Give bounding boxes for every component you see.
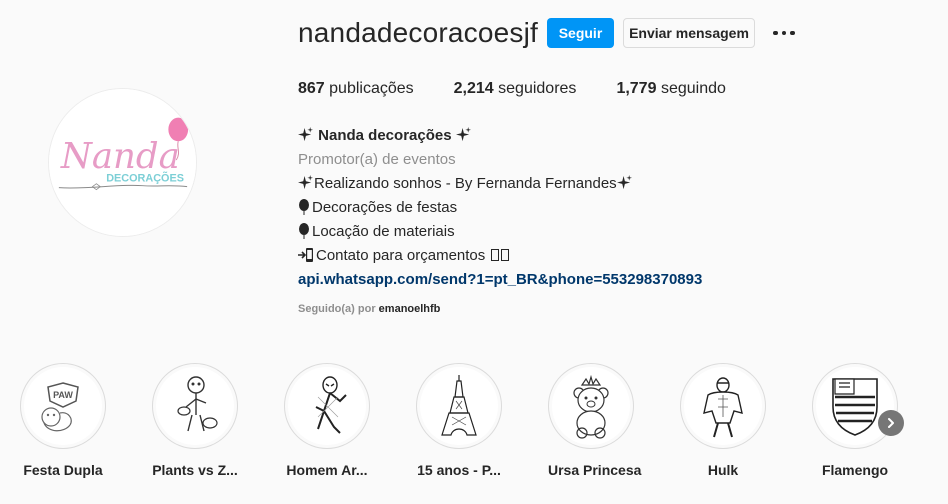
bio-line-2: Decorações de festas bbox=[298, 196, 858, 220]
highlight-item[interactable]: 15 anos - P... bbox=[416, 363, 502, 478]
paw-patrol-icon: PAW bbox=[41, 382, 79, 432]
more-options-icon[interactable] bbox=[770, 22, 798, 44]
story-highlights: PAW Festa Dupla Plants vs Z... Homem Ar.… bbox=[20, 363, 930, 483]
sparkles-icon bbox=[616, 175, 632, 190]
highlight-item[interactable]: Homem Ar... bbox=[284, 363, 370, 478]
profile-stats: 867 publicações 2,214 seguidores 1,779 s… bbox=[298, 80, 766, 98]
highlights-next-button[interactable] bbox=[878, 410, 904, 436]
avatar-sub-text: DECORAÇÕES bbox=[106, 172, 184, 185]
following-label: seguindo bbox=[660, 80, 726, 97]
spiderman-icon bbox=[315, 376, 347, 434]
eiffel-tower-icon bbox=[441, 375, 477, 436]
balloon-icon bbox=[299, 223, 309, 239]
followers-stat[interactable]: 2,214 seguidores bbox=[454, 80, 577, 98]
profile-bio: Nanda decorações Promotor(a) de eventos … bbox=[298, 124, 858, 292]
highlight-ring bbox=[548, 363, 634, 449]
bio-line-3: Locação de materiais bbox=[298, 220, 858, 244]
bio-line-4-text: Contato para orçamentos bbox=[316, 247, 486, 264]
highlight-label: Plants vs Z... bbox=[152, 462, 238, 478]
profile-username: nandadecoracoesjf bbox=[298, 17, 539, 48]
followed-by-user: emanoelhfb bbox=[378, 303, 441, 315]
send-message-button[interactable]: Enviar mensagem bbox=[623, 18, 755, 48]
posts-stat: 867 publicações bbox=[298, 80, 414, 98]
followed-by-prefix: Seguido(a) por bbox=[298, 303, 376, 315]
highlight-label: 15 anos - P... bbox=[417, 462, 501, 478]
highlight-label: Ursa Princesa bbox=[548, 462, 642, 478]
posts-count: 867 bbox=[298, 80, 325, 97]
teddy-bear-icon bbox=[573, 374, 609, 439]
missing-glyph-icon bbox=[501, 249, 510, 261]
followed-by[interactable]: Seguido(a) por emanoelhfb bbox=[298, 303, 440, 315]
highlight-ring bbox=[812, 363, 898, 449]
posts-label: publicações bbox=[329, 80, 414, 97]
followers-count: 2,214 bbox=[453, 80, 494, 97]
display-name-text: Nanda decorações bbox=[318, 127, 452, 144]
bio-line-1-text: Realizando sonhos - By Fernanda Fernande… bbox=[314, 175, 617, 192]
profile-avatar[interactable]: Nanda DECORAÇÕES bbox=[48, 88, 197, 237]
highlight-label: Hulk bbox=[707, 462, 739, 478]
bio-line-4: Contato para orçamentos bbox=[298, 244, 858, 268]
follow-button[interactable]: Seguir bbox=[547, 18, 614, 48]
highlight-ring bbox=[680, 363, 766, 449]
bio-line-1: Realizando sonhos - By Fernanda Fernande… bbox=[298, 172, 858, 196]
whatsapp-link[interactable]: api.whatsapp.com/send?1=pt_BR&phone=5532… bbox=[298, 268, 858, 292]
followers-label: seguidores bbox=[498, 80, 577, 97]
profile-category: Promotor(a) de eventos bbox=[298, 151, 456, 168]
missing-glyph-icon bbox=[491, 249, 500, 261]
bio-line-2-text: Decorações de festas bbox=[312, 199, 458, 216]
highlight-item[interactable]: Plants vs Z... bbox=[152, 363, 238, 478]
highlight-item[interactable]: Hulk bbox=[680, 363, 766, 478]
highlight-ring bbox=[152, 363, 238, 449]
profile-display-name: Nanda decorações bbox=[298, 124, 858, 148]
sparkles-icon bbox=[455, 127, 471, 142]
highlight-label: Festa Dupla bbox=[23, 462, 103, 478]
following-count: 1,779 bbox=[616, 80, 657, 97]
balloon-icon bbox=[299, 199, 309, 215]
bio-line-3-text: Locação de materiais bbox=[312, 223, 455, 240]
highlight-item[interactable]: Ursa Princesa bbox=[548, 363, 642, 478]
highlight-label: Homem Ar... bbox=[286, 462, 368, 478]
plants-vs-zombies-icon bbox=[177, 376, 218, 432]
highlight-label: Flamengo bbox=[821, 462, 889, 478]
highlight-ring bbox=[416, 363, 502, 449]
sparkles-icon bbox=[298, 175, 313, 190]
highlight-ring bbox=[284, 363, 370, 449]
following-stat[interactable]: 1,779 seguindo bbox=[616, 80, 725, 98]
avatar-script-text: Nanda bbox=[60, 136, 180, 177]
highlight-ring: PAW bbox=[20, 363, 106, 449]
hulk-icon bbox=[703, 377, 743, 438]
chevron-right-icon bbox=[888, 418, 894, 428]
phone-arrow-icon bbox=[298, 248, 313, 262]
sparkles-icon bbox=[298, 127, 313, 142]
svg-text:PAW: PAW bbox=[53, 390, 73, 400]
highlight-item[interactable]: PAW Festa Dupla bbox=[20, 363, 106, 478]
nanda-logo-icon: Nanda DECORAÇÕES bbox=[49, 89, 196, 236]
